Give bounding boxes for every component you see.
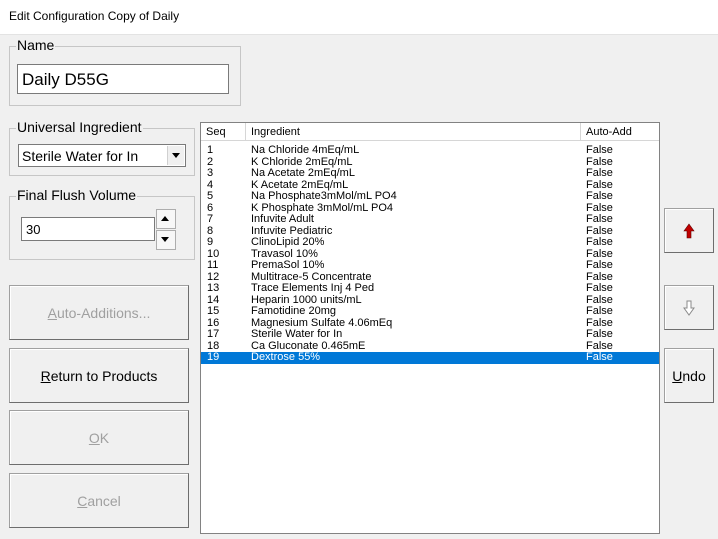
- spin-up-button[interactable]: [156, 209, 176, 229]
- auto-add-cell: False: [586, 351, 613, 363]
- name-input-value: Daily D55G: [22, 70, 109, 89]
- ingredient-cell: Sterile Water for In: [251, 328, 343, 340]
- list-item[interactable]: 17 Sterile Water for In False: [201, 328, 659, 341]
- universal-ingredient-select[interactable]: Sterile Water for In: [18, 144, 186, 167]
- spin-up-icon: [161, 216, 169, 221]
- seq-cell: 3: [207, 167, 214, 179]
- seq-cell: 13: [207, 282, 220, 294]
- name-group: Name Daily D55G: [9, 37, 241, 106]
- title-bar: Edit Configuration Copy of Daily: [0, 0, 718, 35]
- window-title: Edit Configuration Copy of Daily: [9, 9, 180, 23]
- auto-additions-button[interactable]: Auto-Additions...: [9, 285, 189, 340]
- auto-add-cell: False: [586, 236, 613, 248]
- return-to-products-label: Return to Products: [40, 367, 158, 384]
- list-item[interactable]: 3 Na Acetate 2mEq/mL False: [201, 167, 659, 180]
- list-item[interactable]: 13 Trace Elements Inj 4 Ped False: [201, 282, 659, 295]
- cancel-button[interactable]: Cancel: [9, 473, 189, 528]
- list-item[interactable]: 11 PremaSol 10% False: [201, 259, 659, 272]
- column-header-ingredient[interactable]: Ingredient: [246, 123, 581, 141]
- list-item[interactable]: 9 ClinoLipid 20% False: [201, 236, 659, 249]
- ingredient-cell: Dextrose 55%: [251, 351, 321, 363]
- seq-cell: 1: [207, 144, 214, 156]
- return-to-products-button[interactable]: Return to Products: [9, 348, 189, 403]
- list-rows: 1 Na Chloride 4mEq/mL False 2 K Chloride 2mE…: [201, 144, 659, 364]
- list-item[interactable]: 7 Infuvite Adult False: [201, 213, 659, 226]
- auto-add-cell: False: [586, 282, 613, 294]
- list-item[interactable]: 1 Na Chloride 4mEq/mL False: [201, 144, 659, 157]
- ingredient-cell: ClinoLipid 20%: [251, 236, 325, 248]
- auto-add-cell: False: [586, 167, 613, 179]
- spin-down-icon: [161, 237, 169, 242]
- auto-add-cell: False: [586, 144, 613, 156]
- gray-down-arrow-icon: [683, 300, 695, 316]
- final-flush-label: Final Flush Volume: [16, 187, 138, 203]
- auto-add-cell: False: [586, 305, 613, 317]
- universal-ingredient-value: Sterile Water for In: [22, 148, 139, 164]
- seq-cell: 7: [207, 213, 214, 225]
- spin-down-button[interactable]: [156, 230, 176, 250]
- auto-add-cell: False: [586, 213, 613, 225]
- chevron-down-icon: [172, 153, 180, 158]
- ingredient-cell: Na Phosphate3mMol/mL PO4: [251, 190, 397, 202]
- name-group-label: Name: [16, 37, 56, 53]
- ingredient-cell: Infuvite Adult: [251, 213, 314, 225]
- list-item[interactable]: 19 Dextrose 55% False: [201, 351, 659, 364]
- seq-cell: 9: [207, 236, 214, 248]
- move-down-button[interactable]: [664, 285, 714, 330]
- red-up-arrow-icon: [683, 222, 695, 238]
- final-flush-input[interactable]: 30: [21, 217, 155, 241]
- final-flush-value: 30: [26, 222, 41, 237]
- universal-ingredient-group: Universal Ingredient Sterile Water for I…: [9, 119, 195, 176]
- ok-button[interactable]: OK: [9, 410, 189, 465]
- auto-add-cell: False: [586, 328, 613, 340]
- cancel-label: Cancel: [77, 492, 121, 509]
- ingredient-cell: PremaSol 10%: [251, 259, 325, 271]
- ok-label: OK: [88, 429, 110, 446]
- auto-add-cell: False: [586, 190, 613, 202]
- move-up-button[interactable]: [664, 208, 714, 253]
- seq-cell: 17: [207, 328, 220, 340]
- name-input[interactable]: Daily D55G: [17, 64, 229, 94]
- column-header-auto-add[interactable]: Auto-Add: [581, 123, 659, 141]
- ingredient-cell: Trace Elements Inj 4 Ped: [251, 282, 375, 294]
- seq-cell: 15: [207, 305, 220, 317]
- ingredient-cell: Na Acetate 2mEq/mL: [251, 167, 355, 179]
- undo-button[interactable]: Undo: [664, 348, 714, 403]
- ingredient-cell: Famotidine 20mg: [251, 305, 336, 317]
- list-item[interactable]: 15 Famotidine 20mg False: [201, 305, 659, 318]
- ingredient-cell: Na Chloride 4mEq/mL: [251, 144, 360, 156]
- universal-ingredient-label: Universal Ingredient: [16, 119, 143, 135]
- dropdown-button[interactable]: [167, 146, 184, 165]
- seq-cell: 19: [207, 351, 220, 363]
- auto-additions-label: Auto-Additions...: [47, 304, 151, 321]
- list-header: Seq Ingredient Auto-Add: [201, 123, 659, 141]
- ingredient-list[interactable]: Seq Ingredient Auto-Add 1 Na Chloride 4mE…: [200, 122, 660, 534]
- seq-cell: 5: [207, 190, 214, 202]
- column-header-seq[interactable]: Seq: [201, 123, 246, 141]
- seq-cell: 11: [207, 259, 219, 271]
- undo-label: Undo: [672, 367, 706, 384]
- final-flush-group: Final Flush Volume 30: [9, 187, 195, 260]
- auto-add-cell: False: [586, 259, 613, 271]
- list-item[interactable]: 5 Na Phosphate3mMol/mL PO4 False: [201, 190, 659, 203]
